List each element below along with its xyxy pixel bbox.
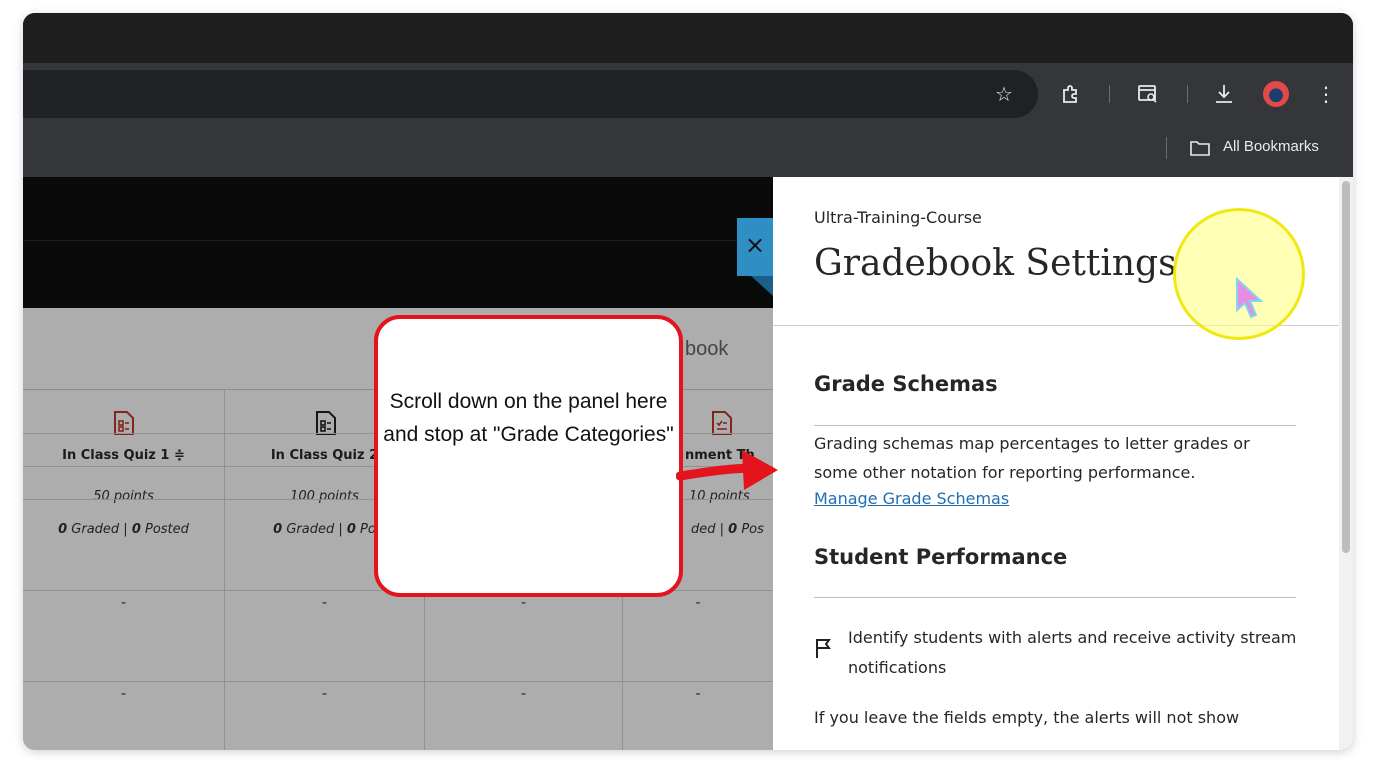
flag-icon bbox=[816, 639, 831, 658]
section-divider bbox=[814, 425, 1296, 426]
extensions-icon[interactable] bbox=[1059, 82, 1083, 106]
all-bookmarks-label[interactable]: All Bookmarks bbox=[1223, 138, 1319, 155]
instruction-callout: Scroll down on the panel here and stop a… bbox=[374, 315, 683, 597]
section-divider bbox=[814, 597, 1296, 598]
tab-search-icon[interactable] bbox=[1136, 82, 1160, 106]
toolbar-separator bbox=[1109, 85, 1110, 103]
callout-text: Scroll down on the panel here and stop a… bbox=[383, 390, 674, 446]
mouse-cursor-icon bbox=[1236, 276, 1264, 319]
bookmarks-separator bbox=[1166, 137, 1167, 159]
grade-schemas-heading: Grade Schemas bbox=[814, 372, 998, 396]
tab-strip bbox=[23, 13, 1353, 63]
grade-schemas-description: Grading schemas map percentages to lette… bbox=[814, 434, 1250, 482]
browser-window: ☆ ⋮ All Bookmarks book In Class Quiz 1 ≑… bbox=[23, 13, 1353, 750]
folder-icon bbox=[1190, 141, 1210, 156]
empty-fields-note: If you leave the fields empty, the alert… bbox=[814, 708, 1240, 727]
bookmarks-bar: All Bookmarks bbox=[23, 133, 1353, 177]
panel-title: Gradebook Settings bbox=[814, 243, 1177, 284]
close-icon[interactable]: × bbox=[737, 230, 773, 260]
alerts-description: Identify students with alerts and receiv… bbox=[848, 628, 1297, 677]
callout-arrow-icon bbox=[676, 450, 778, 490]
star-icon[interactable]: ☆ bbox=[993, 83, 1015, 105]
tab-fold bbox=[751, 276, 773, 296]
toolbar-separator bbox=[1187, 85, 1188, 103]
close-panel-button[interactable]: × bbox=[737, 218, 773, 296]
scrollbar-thumb[interactable] bbox=[1342, 181, 1350, 553]
profile-avatar[interactable] bbox=[1263, 81, 1289, 107]
more-icon[interactable]: ⋮ bbox=[1316, 81, 1336, 107]
download-icon[interactable] bbox=[1212, 82, 1236, 106]
panel-scrollbar[interactable] bbox=[1339, 177, 1353, 750]
student-performance-heading: Student Performance bbox=[814, 545, 1068, 569]
browser-toolbar: ☆ ⋮ bbox=[23, 63, 1353, 133]
address-bar[interactable] bbox=[23, 70, 1038, 118]
manage-grade-schemas-link[interactable]: Manage Grade Schemas bbox=[814, 489, 1009, 508]
course-name: Ultra-Training-Course bbox=[814, 208, 982, 227]
